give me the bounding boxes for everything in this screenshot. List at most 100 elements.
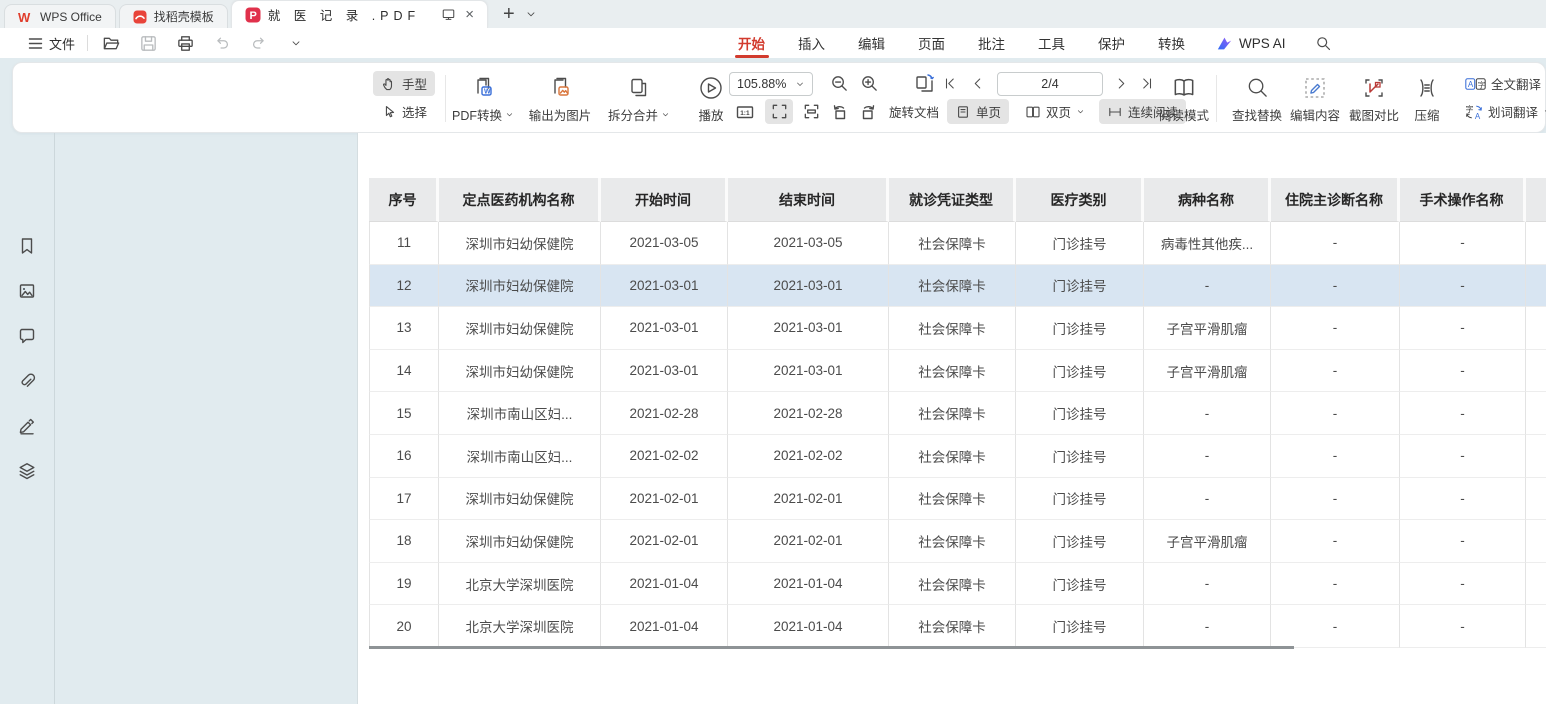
table-cell: 2021-03-01 (601, 265, 728, 308)
rotate-left-icon[interactable] (827, 100, 851, 124)
ribbon-tab-edit[interactable]: 编辑 (856, 28, 887, 58)
pdf-page[interactable]: 序号 定点医药机构名称 开始时间 结束时间 就诊凭证类型 医疗类别 病种名称 住… (357, 133, 1546, 704)
rotate-group: 旋转文档 (827, 71, 951, 124)
comments-panel-icon[interactable] (14, 323, 40, 349)
table-cell: 社会保障卡 (889, 563, 1016, 606)
read-mode-button[interactable]: 阅读模式 (1153, 70, 1215, 128)
table-cell: - (1400, 307, 1526, 350)
word-translate-button[interactable]: 字A 划词翻译 (1457, 99, 1546, 124)
tab-label: 就 医 记 录 .PDF (268, 5, 420, 24)
ribbon-search-icon[interactable] (1315, 35, 1332, 52)
export-as-image-button[interactable]: 输出为图片 (529, 70, 591, 128)
page-indicator-input[interactable]: 2/4 (997, 72, 1103, 96)
table-cell: 深圳市妇幼保健院 (439, 265, 601, 308)
new-tab-button[interactable]: + (503, 4, 515, 24)
rotate-right-icon[interactable] (857, 100, 881, 124)
detach-window-icon[interactable] (441, 7, 456, 22)
quick-access-chevron-icon[interactable] (285, 32, 307, 54)
bookmarks-panel-icon[interactable] (14, 233, 40, 259)
table-row[interactable]: 12深圳市妇幼保健院2021-03-012021-03-01社会保障卡门诊挂号-… (369, 265, 1546, 308)
edit-content-button[interactable]: 编辑内容 (1283, 70, 1347, 128)
zoom-level-select[interactable]: 105.88% (729, 72, 813, 96)
table-row[interactable]: 18深圳市妇幼保健院2021-02-012021-02-01社会保障卡门诊挂号子… (369, 520, 1546, 563)
ribbon-tab-protect[interactable]: 保护 (1096, 28, 1127, 58)
thumbnails-panel-icon[interactable] (14, 278, 40, 304)
table-row[interactable]: 17深圳市妇幼保健院2021-02-012021-02-01社会保障卡门诊挂号-… (369, 478, 1546, 521)
hand-tool-button[interactable]: 手型 (373, 71, 435, 96)
attachments-panel-icon[interactable] (14, 368, 40, 394)
layers-panel-icon[interactable] (14, 458, 40, 484)
signature-panel-icon[interactable] (14, 413, 40, 439)
next-page-icon[interactable] (1111, 72, 1131, 96)
file-menu-button[interactable]: 文件 (28, 34, 75, 53)
table-cell: 社会保障卡 (889, 605, 1016, 648)
ribbon-tab-tools[interactable]: 工具 (1036, 28, 1067, 58)
select-tool-button[interactable]: 选择 (373, 99, 435, 124)
export-image-icon (548, 75, 572, 101)
table-cell: - (1271, 307, 1400, 350)
table-cell: 2021-03-01 (728, 307, 889, 350)
table-cell: 门诊挂号 (1016, 307, 1144, 350)
tab-docer-templates[interactable]: 找稻壳模板 (119, 4, 228, 28)
tab-label: 找稻壳模板 (154, 8, 214, 25)
split-merge-button[interactable]: 拆分合并 (591, 70, 687, 128)
rotate-doc-label[interactable]: 旋转文档 (889, 102, 939, 121)
print-icon[interactable] (174, 32, 196, 54)
fit-width-button[interactable] (799, 100, 823, 124)
undo-icon[interactable] (211, 32, 233, 54)
table-cell: 2021-01-04 (601, 563, 728, 606)
actual-size-button[interactable]: 1:1 (733, 100, 757, 124)
table-cell: 2021-02-01 (601, 478, 728, 521)
table-row[interactable]: 14深圳市妇幼保健院2021-03-012021-03-01社会保障卡门诊挂号子… (369, 350, 1546, 393)
table-cell: 社会保障卡 (889, 435, 1016, 478)
ribbon-tab-home[interactable]: 开始 (736, 28, 767, 58)
ribbon-tab-convert[interactable]: 转换 (1156, 28, 1187, 58)
fit-page-button[interactable] (765, 99, 793, 124)
play-button[interactable]: 播放 (689, 70, 733, 128)
table-cell: 2021-03-01 (728, 265, 889, 308)
pdf-convert-button[interactable]: W PDF转换 (437, 70, 529, 128)
table-cell (1526, 307, 1546, 350)
open-file-icon[interactable] (100, 32, 122, 54)
table-cell: 2021-03-05 (601, 222, 728, 265)
translate-group: A字 全文翻译 字A 划词翻译 (1457, 71, 1546, 124)
table-cell: 16 (369, 435, 439, 478)
single-page-button[interactable]: 单页 (947, 99, 1009, 124)
toolbar-divider (1216, 75, 1217, 122)
replace-pages-icon[interactable] (913, 72, 937, 96)
ribbon-tab-page[interactable]: 页面 (916, 28, 947, 58)
prev-page-icon[interactable] (967, 72, 987, 96)
compress-button[interactable]: 压缩 (1401, 70, 1453, 128)
screenshot-compare-button[interactable]: 截图对比 (1341, 70, 1407, 128)
table-row[interactable]: 13深圳市妇幼保健院2021-03-012021-03-01社会保障卡门诊挂号子… (369, 307, 1546, 350)
tab-list-chevron-icon[interactable] (525, 8, 537, 20)
table-row[interactable]: 11深圳市妇幼保健院2021-03-052021-03-05社会保障卡门诊挂号病… (369, 222, 1546, 265)
tab-document-pdf[interactable]: P 就 医 记 录 .PDF × (231, 0, 488, 28)
table-cell: 11 (369, 222, 439, 265)
table-row[interactable]: 19北京大学深圳医院2021-01-042021-01-04社会保障卡门诊挂号-… (369, 563, 1546, 606)
find-replace-button[interactable]: 查找替换 (1225, 70, 1289, 128)
chevron-down-icon (505, 110, 514, 119)
table-cell: 社会保障卡 (889, 350, 1016, 393)
tab-wps-office[interactable]: W WPS Office (4, 4, 116, 28)
column-header: 定点医药机构名称 (439, 178, 601, 222)
ribbon-tab-comment[interactable]: 批注 (976, 28, 1007, 58)
wps-ai-logo-icon (1216, 36, 1233, 51)
table-row[interactable]: 20北京大学深圳医院2021-01-042021-01-04社会保障卡门诊挂号-… (369, 605, 1546, 648)
menu-bar: 文件 开始 插入 编辑 页面 批注 工具 保护 转换 (0, 28, 1546, 58)
save-icon[interactable] (137, 32, 159, 54)
table-cell: 门诊挂号 (1016, 435, 1144, 478)
ribbon-tab-insert[interactable]: 插入 (796, 28, 827, 58)
wps-ai-button[interactable]: WPS AI (1216, 36, 1286, 51)
page-nav-group: 2/4 单页 (939, 71, 1186, 124)
table-cell: - (1400, 435, 1526, 478)
first-page-icon[interactable] (939, 72, 959, 96)
redo-icon[interactable] (248, 32, 270, 54)
table-row[interactable]: 16深圳市南山区妇...2021-02-022021-02-02社会保障卡门诊挂… (369, 435, 1546, 478)
table-row[interactable]: 15深圳市南山区妇...2021-02-282021-02-28社会保障卡门诊挂… (369, 392, 1546, 435)
close-tab-icon[interactable]: × (465, 7, 474, 22)
chevron-down-icon (661, 110, 670, 119)
table-cell: 2021-01-04 (601, 605, 728, 648)
double-page-button[interactable]: 双页 (1017, 99, 1093, 124)
full-translate-button[interactable]: A字 全文翻译 (1457, 71, 1546, 96)
